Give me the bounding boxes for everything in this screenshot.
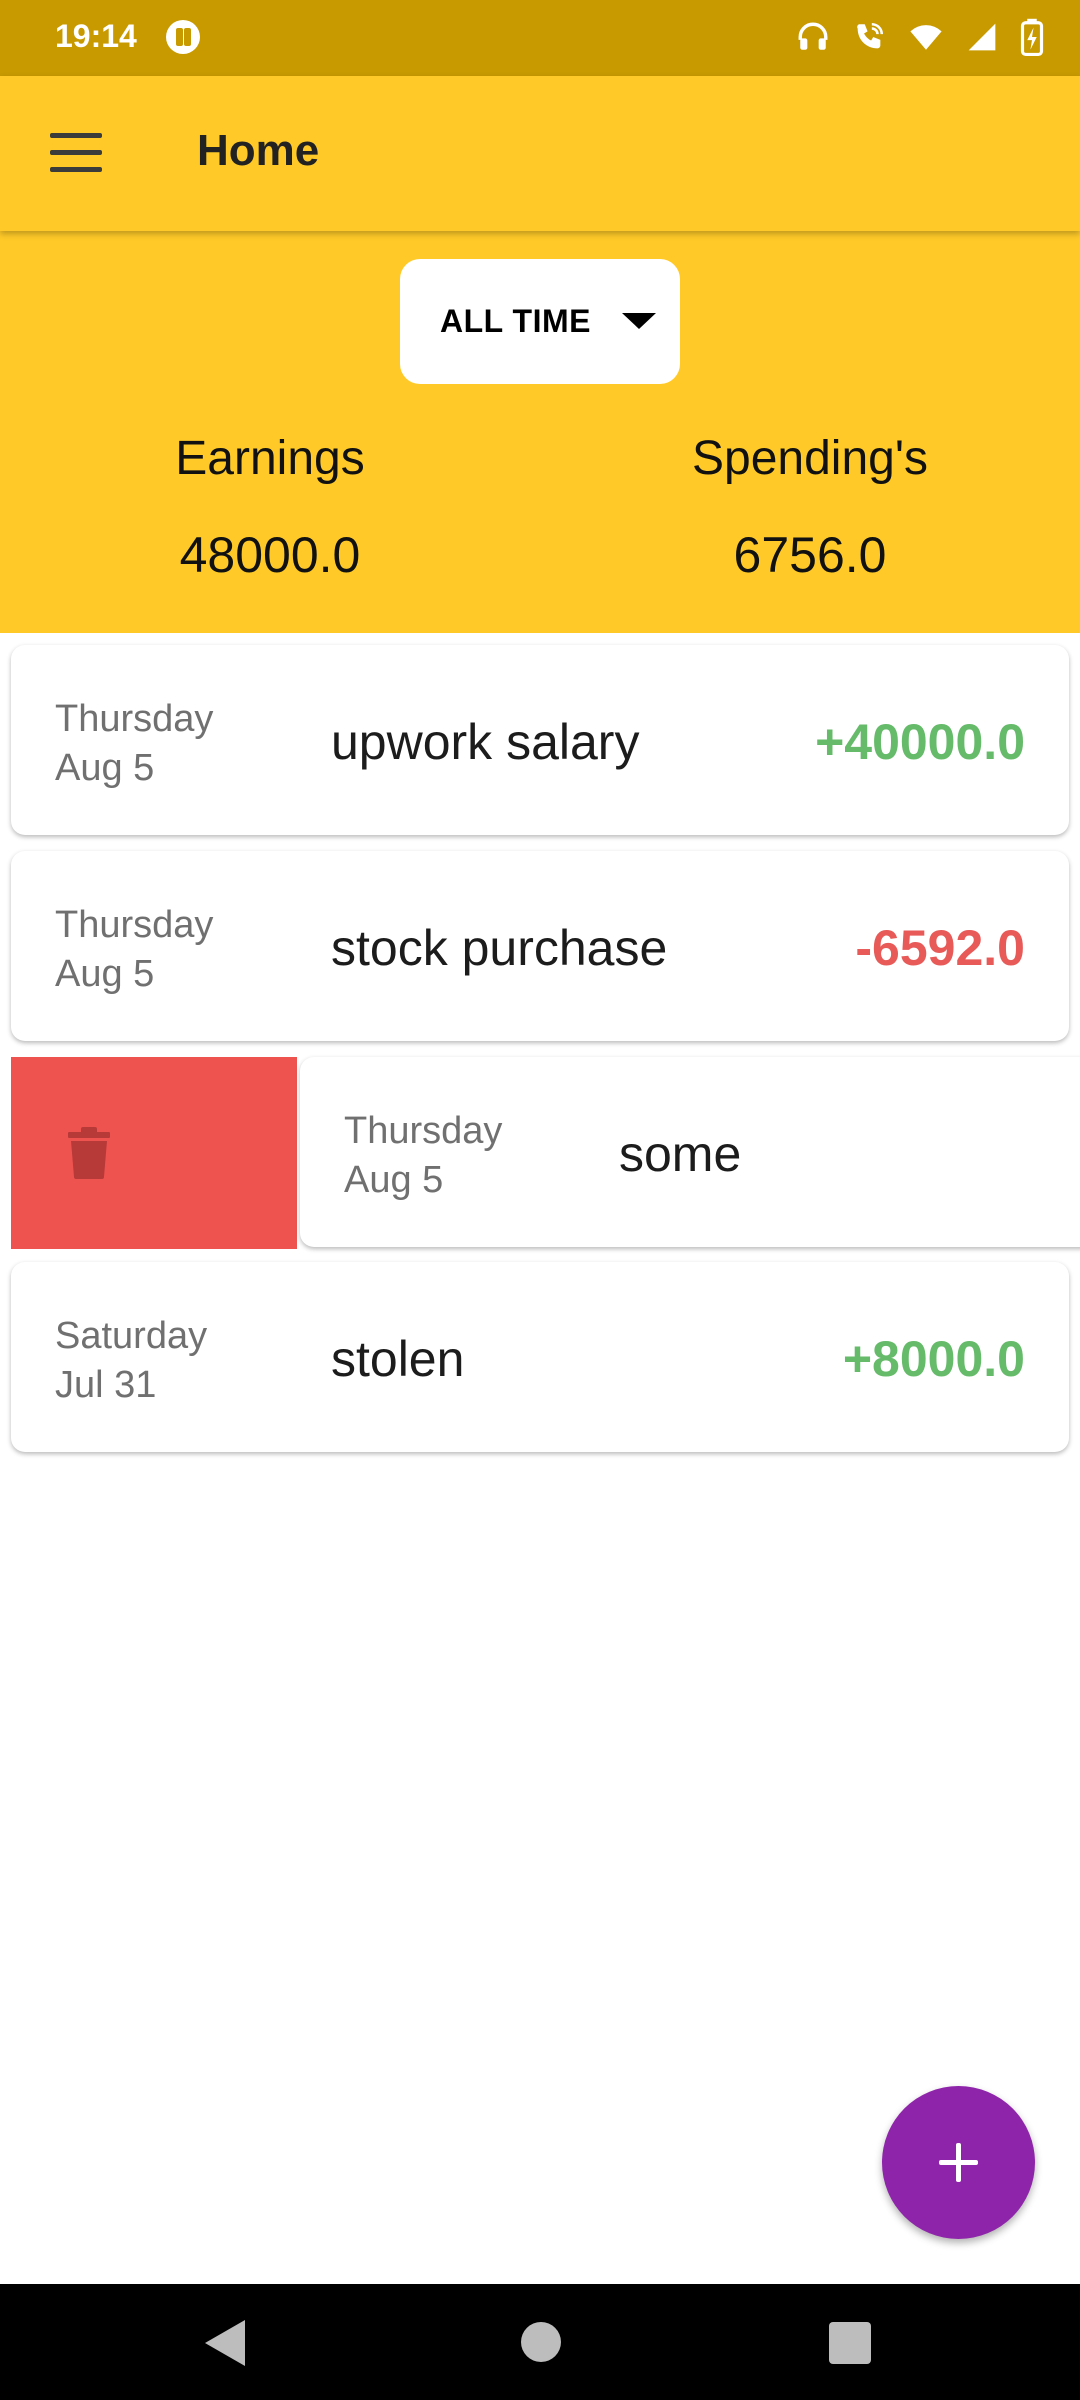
page-title: Home: [197, 126, 320, 175]
wifi-calling-icon: [857, 22, 884, 49]
transaction-description: some: [619, 1126, 742, 1182]
transaction-day: Thursday: [55, 698, 214, 740]
transaction-date: Thursday Aug 5: [55, 695, 213, 793]
transaction-description: upwork salary: [331, 714, 640, 770]
transaction-date-value: Aug 5: [344, 1159, 444, 1201]
caret-down-icon: [622, 313, 656, 329]
transaction-amount: -6592.0: [855, 920, 1025, 976]
transaction-date: Saturday Jul 31: [55, 1312, 207, 1410]
back-icon[interactable]: [205, 2320, 245, 2366]
battery-charging-icon: [1020, 18, 1044, 56]
wifi-icon: [910, 25, 942, 50]
transaction-description: stock purchase: [331, 920, 668, 976]
transaction-date-value: Aug 5: [55, 953, 155, 995]
transaction-card[interactable]: Thursday Aug 5 upwork salary +40000.0: [11, 645, 1069, 835]
signal-icon: [968, 23, 996, 51]
transaction-card[interactable]: Thursday Aug 5 stock purchase -6592.0: [11, 851, 1069, 1041]
transaction-date: Thursday Aug 5: [344, 1107, 502, 1205]
transaction-amount: +40000.0: [815, 714, 1025, 770]
trash-icon[interactable]: [68, 1127, 110, 1179]
earnings-summary: Earnings 48000.0: [90, 431, 450, 584]
period-label: ALL TIME: [440, 303, 591, 339]
earnings-label: Earnings: [175, 432, 365, 485]
transaction-card-swiped[interactable]: Thursday Aug 5 some: [300, 1057, 1080, 1247]
system-nav-bar: [0, 2284, 1080, 2400]
headphones-icon: [798, 22, 828, 50]
earnings-value: 48000.0: [179, 527, 361, 583]
app-notification-icon: [166, 20, 200, 54]
status-bar: 19:14: [0, 0, 1080, 76]
summary-panel: ALL TIME Earnings 48000.0 Spending's 675…: [0, 231, 1080, 633]
status-icons: [796, 18, 1044, 56]
app-bar: Home: [0, 76, 1080, 231]
home-icon[interactable]: [521, 2322, 561, 2362]
transaction-card[interactable]: Saturday Jul 31 stolen +8000.0: [11, 1262, 1069, 1452]
delete-swipe-background[interactable]: [11, 1057, 297, 1249]
spendings-value: 6756.0: [733, 527, 887, 583]
transaction-date-value: Jul 31: [55, 1364, 157, 1406]
spendings-summary: Spending's 6756.0: [630, 431, 990, 584]
transaction-description: stolen: [331, 1331, 465, 1387]
status-time: 19:14: [55, 18, 137, 54]
menu-icon[interactable]: [40, 121, 112, 185]
transaction-date-value: Aug 5: [55, 747, 155, 789]
transaction-amount: +8000.0: [842, 1331, 1025, 1387]
add-transaction-button[interactable]: [882, 2086, 1035, 2239]
transaction-day: Thursday: [55, 904, 214, 946]
recents-icon[interactable]: [829, 2322, 871, 2364]
transaction-day: Thursday: [344, 1110, 503, 1152]
period-dropdown[interactable]: ALL TIME: [400, 259, 680, 384]
spendings-label: Spending's: [691, 432, 928, 485]
transaction-day: Saturday: [55, 1315, 208, 1357]
transaction-date: Thursday Aug 5: [55, 901, 213, 999]
